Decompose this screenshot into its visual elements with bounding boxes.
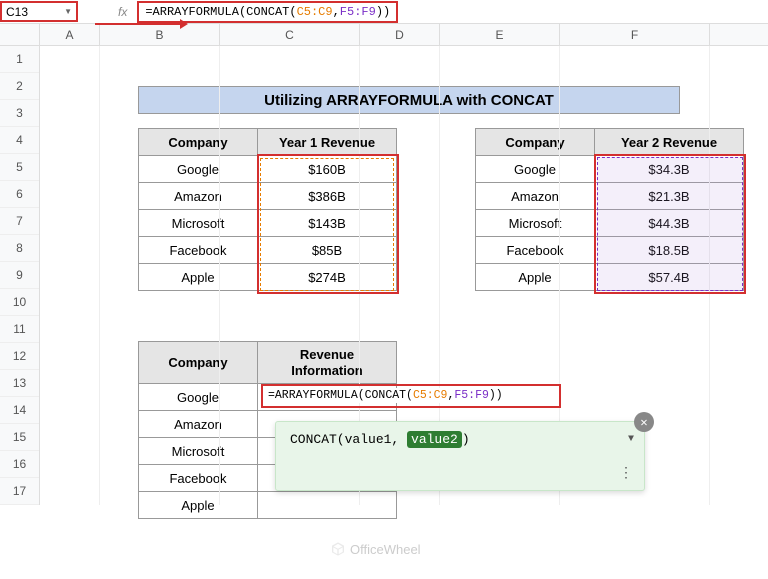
cell-company[interactable]: Facebook: [139, 237, 258, 264]
row-header[interactable]: 15: [0, 424, 39, 451]
name-box[interactable]: C13 ▼: [0, 1, 78, 22]
column-header[interactable]: C: [220, 24, 360, 45]
cell-value[interactable]: $386B: [258, 183, 397, 210]
row-header[interactable]: 14: [0, 397, 39, 424]
cell-company[interactable]: Amazon: [476, 183, 595, 210]
cell-company[interactable]: Facebook: [139, 465, 258, 492]
table-row: CompanyYear 1 Revenue: [139, 129, 397, 156]
more-icon[interactable]: ⋮: [619, 465, 632, 482]
cell-value[interactable]: $143B: [258, 210, 397, 237]
cell-value[interactable]: $44.3B: [595, 210, 744, 237]
fx-icon: fx: [118, 5, 127, 19]
tooltip-fn: CONCAT(: [290, 432, 345, 447]
cell-company[interactable]: Amazon: [139, 183, 258, 210]
header-year1: Year 1 Revenue: [258, 129, 397, 156]
table-row: CompanyYear 2 Revenue: [476, 129, 744, 156]
cell-value[interactable]: $57.4B: [595, 264, 744, 291]
cell-value[interactable]: $160B: [258, 156, 397, 183]
column-header[interactable]: D: [360, 24, 440, 45]
table-year2: CompanyYear 2 Revenue Google$34.3BAmazon…: [475, 128, 744, 291]
table-row: Apple$274B: [139, 264, 397, 291]
row-header[interactable]: 7: [0, 208, 39, 235]
table-row: Google$160B: [139, 156, 397, 183]
cell-company[interactable]: Google: [139, 384, 258, 411]
column-header[interactable]: F: [560, 24, 710, 45]
table-row: Amazon$386B: [139, 183, 397, 210]
table-row: Facebook$85B: [139, 237, 397, 264]
fx-area: fx =ARRAYFORMULA(CONCAT(C5:C9,F5:F9)): [118, 1, 768, 23]
cell-company[interactable]: Facebook: [476, 237, 595, 264]
cell-value[interactable]: $274B: [258, 264, 397, 291]
watermark: OfficeWheel: [330, 541, 421, 557]
tooltip-v1: value1: [345, 432, 392, 447]
table-row: CompanyRevenue Information: [139, 342, 397, 384]
header-revenue-info: Revenue Information: [258, 342, 397, 384]
table-row: Amazon$21.3B: [476, 183, 744, 210]
table-row: Google$34.3B: [476, 156, 744, 183]
cell-company[interactable]: Microsoft: [139, 210, 258, 237]
column-header[interactable]: E: [440, 24, 560, 45]
row-header[interactable]: 10: [0, 289, 39, 316]
annotation-arrow: [95, 23, 185, 25]
grid-area[interactable]: Utilizing ARRAYFORMULA with CONCAT Compa…: [40, 46, 768, 505]
formula-input[interactable]: =ARRAYFORMULA(CONCAT(C5:C9,F5:F9)): [137, 1, 398, 23]
table-row: Microsoft$143B: [139, 210, 397, 237]
table-row: Microsoft$44.3B: [476, 210, 744, 237]
tooltip-v2: value2: [407, 431, 462, 448]
chevron-down-icon[interactable]: ▼: [64, 7, 72, 16]
row-header[interactable]: 17: [0, 478, 39, 505]
row-header[interactable]: 11: [0, 316, 39, 343]
row-header[interactable]: 16: [0, 451, 39, 478]
row-header[interactable]: 2: [0, 73, 39, 100]
table-row: Apple$57.4B: [476, 264, 744, 291]
cell-company[interactable]: Google: [139, 156, 258, 183]
select-all-corner[interactable]: [0, 24, 40, 45]
row-header[interactable]: 9: [0, 262, 39, 289]
cell-value[interactable]: $21.3B: [595, 183, 744, 210]
table-row: Apple: [139, 492, 397, 519]
column-header[interactable]: B: [100, 24, 220, 45]
table-row: Facebook$18.5B: [476, 237, 744, 264]
row-header[interactable]: 3: [0, 100, 39, 127]
cell-value[interactable]: $18.5B: [595, 237, 744, 264]
name-box-value: C13: [6, 5, 28, 19]
header-year2: Year 2 Revenue: [595, 129, 744, 156]
chevron-down-icon[interactable]: ▼: [628, 434, 634, 445]
row-header[interactable]: 6: [0, 181, 39, 208]
cell-company[interactable]: Microsoft: [476, 210, 595, 237]
formula-bar: C13 ▼ fx =ARRAYFORMULA(CONCAT(C5:C9,F5:F…: [0, 0, 768, 24]
cell-company[interactable]: Apple: [139, 264, 258, 291]
row-header[interactable]: 1: [0, 46, 39, 73]
row-header[interactable]: 8: [0, 235, 39, 262]
cell-value[interactable]: [258, 492, 397, 519]
header-company: Company: [476, 129, 595, 156]
logo-icon: [330, 541, 346, 557]
row-header[interactable]: 5: [0, 154, 39, 181]
column-headers: ABCDEF: [0, 24, 768, 46]
row-header[interactable]: 12: [0, 343, 39, 370]
cell-company[interactable]: Apple: [139, 492, 258, 519]
cell-company[interactable]: Apple: [476, 264, 595, 291]
header-company: Company: [139, 342, 258, 384]
cell-company[interactable]: Microsoft: [139, 438, 258, 465]
header-company: Company: [139, 129, 258, 156]
row-header[interactable]: 13: [0, 370, 39, 397]
row-header[interactable]: 4: [0, 127, 39, 154]
close-icon[interactable]: ✕: [634, 412, 654, 432]
cell-value[interactable]: $85B: [258, 237, 397, 264]
cell-value[interactable]: $34.3B: [595, 156, 744, 183]
cell-company[interactable]: Amazon: [139, 411, 258, 438]
row-headers: 1234567891011121314151617: [0, 46, 40, 505]
formula-tooltip: ✕ CONCAT(value1, value2) ▼ ⋮: [275, 421, 645, 491]
cell-formula-c13[interactable]: =ARRAYFORMULA(CONCAT(C5:C9,F5:F9)): [266, 388, 505, 403]
column-header[interactable]: A: [40, 24, 100, 45]
cell-company[interactable]: Google: [476, 156, 595, 183]
